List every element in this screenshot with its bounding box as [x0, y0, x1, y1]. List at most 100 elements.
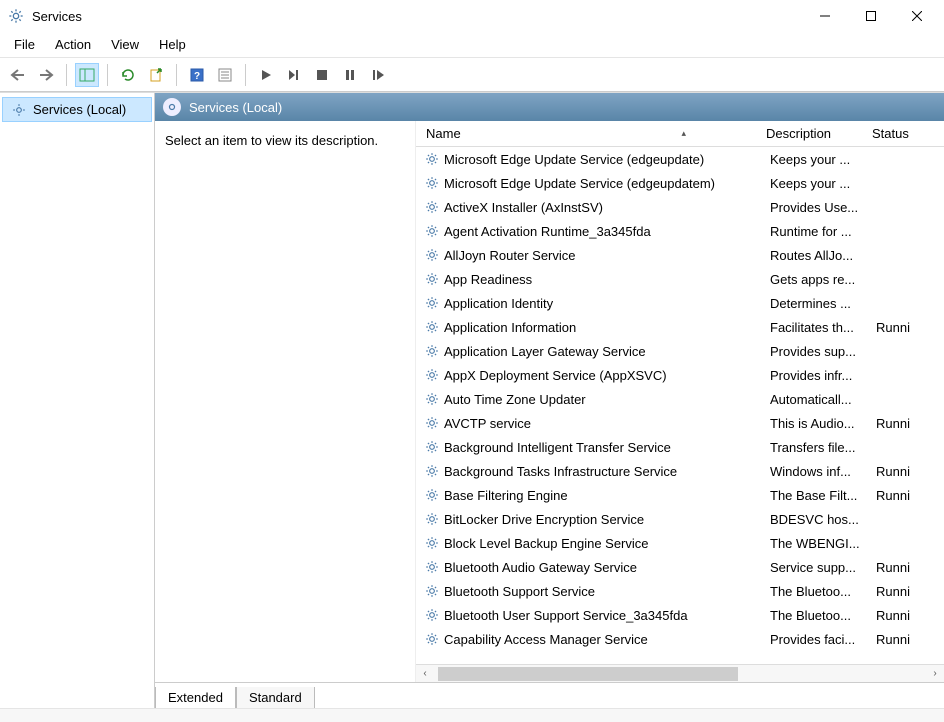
- tree-pane: Services (Local): [0, 93, 155, 708]
- service-name: Application Identity: [444, 296, 770, 311]
- service-row[interactable]: Microsoft Edge Update Service (edgeupdat…: [416, 147, 944, 171]
- right-pane: Services (Local) Select an item to view …: [155, 93, 944, 708]
- back-button[interactable]: [6, 63, 30, 87]
- service-row[interactable]: Capability Access Manager ServiceProvide…: [416, 627, 944, 651]
- gear-icon: [424, 248, 440, 262]
- service-name: AllJoyn Router Service: [444, 248, 770, 263]
- service-row[interactable]: ActiveX Installer (AxInstSV)Provides Use…: [416, 195, 944, 219]
- service-status: Runni: [876, 488, 926, 503]
- service-row[interactable]: AppX Deployment Service (AppXSVC)Provide…: [416, 363, 944, 387]
- refresh-button[interactable]: [116, 63, 140, 87]
- service-row[interactable]: AllJoyn Router ServiceRoutes AllJo...: [416, 243, 944, 267]
- service-name: AppX Deployment Service (AppXSVC): [444, 368, 770, 383]
- horizontal-scrollbar[interactable]: ‹ ›: [416, 664, 944, 682]
- scroll-thumb[interactable]: [438, 667, 738, 681]
- service-description: Provides sup...: [770, 344, 876, 359]
- close-button[interactable]: [894, 0, 940, 32]
- service-name: Background Tasks Infrastructure Service: [444, 464, 770, 479]
- service-status: Runni: [876, 416, 926, 431]
- maximize-button[interactable]: [848, 0, 894, 32]
- tree-item-services-local[interactable]: Services (Local): [2, 97, 152, 122]
- service-description: Transfers file...: [770, 440, 876, 455]
- gear-icon: [424, 488, 440, 502]
- stop-service-button[interactable]: [310, 63, 334, 87]
- scroll-right-icon[interactable]: ›: [926, 668, 944, 679]
- service-row[interactable]: Microsoft Edge Update Service (edgeupdat…: [416, 171, 944, 195]
- service-row[interactable]: Application Layer Gateway ServiceProvide…: [416, 339, 944, 363]
- service-name: Microsoft Edge Update Service (edgeupdat…: [444, 152, 770, 167]
- gear-icon: [424, 416, 440, 430]
- gear-icon: [424, 152, 440, 166]
- step-service-button[interactable]: [282, 63, 306, 87]
- menu-help[interactable]: Help: [149, 35, 196, 54]
- gear-icon: [11, 103, 27, 117]
- service-description: Provides Use...: [770, 200, 876, 215]
- service-name: Agent Activation Runtime_3a345fda: [444, 224, 770, 239]
- service-description: Facilitates th...: [770, 320, 876, 335]
- pause-service-button[interactable]: [338, 63, 362, 87]
- gear-icon: [424, 608, 440, 622]
- service-name: Bluetooth Support Service: [444, 584, 770, 599]
- restart-service-button[interactable]: [366, 63, 390, 87]
- service-description: BDESVC hos...: [770, 512, 876, 527]
- tab-standard[interactable]: Standard: [236, 687, 315, 708]
- menubar: File Action View Help: [0, 32, 944, 58]
- svg-text:?: ?: [194, 71, 200, 82]
- panel-header: Services (Local): [155, 93, 944, 121]
- menu-action[interactable]: Action: [45, 35, 101, 54]
- service-status: Runni: [876, 584, 926, 599]
- tab-extended[interactable]: Extended: [155, 687, 236, 708]
- service-row[interactable]: Agent Activation Runtime_3a345fdaRuntime…: [416, 219, 944, 243]
- export-list-button[interactable]: [144, 63, 168, 87]
- list-rows[interactable]: Microsoft Edge Update Service (edgeupdat…: [416, 147, 944, 664]
- gear-icon: [424, 440, 440, 454]
- service-row[interactable]: Application InformationFacilitates th...…: [416, 315, 944, 339]
- service-row[interactable]: Base Filtering EngineThe Base Filt...Run…: [416, 483, 944, 507]
- service-row[interactable]: BitLocker Drive Encryption ServiceBDESVC…: [416, 507, 944, 531]
- help-button[interactable]: ?: [185, 63, 209, 87]
- gear-icon: [424, 464, 440, 478]
- gear-icon: [424, 320, 440, 334]
- service-description: The Bluetoo...: [770, 584, 876, 599]
- service-name: Application Information: [444, 320, 770, 335]
- column-header-name[interactable]: Name ▴: [416, 126, 766, 141]
- service-name: Block Level Backup Engine Service: [444, 536, 770, 551]
- service-row[interactable]: Application IdentityDetermines ...: [416, 291, 944, 315]
- service-description: This is Audio...: [770, 416, 876, 431]
- description-panel: Select an item to view its description.: [155, 121, 415, 682]
- service-name: Capability Access Manager Service: [444, 632, 770, 647]
- service-row[interactable]: Bluetooth Audio Gateway ServiceService s…: [416, 555, 944, 579]
- column-header-description[interactable]: Description: [766, 126, 872, 141]
- properties-button[interactable]: [213, 63, 237, 87]
- service-name: ActiveX Installer (AxInstSV): [444, 200, 770, 215]
- service-description: Service supp...: [770, 560, 876, 575]
- start-service-button[interactable]: [254, 63, 278, 87]
- service-row[interactable]: Bluetooth Support ServiceThe Bluetoo...R…: [416, 579, 944, 603]
- service-row[interactable]: Auto Time Zone UpdaterAutomaticall...: [416, 387, 944, 411]
- service-description: Automaticall...: [770, 392, 876, 407]
- service-row[interactable]: Background Intelligent Transfer ServiceT…: [416, 435, 944, 459]
- service-row[interactable]: AVCTP serviceThis is Audio...Runni: [416, 411, 944, 435]
- gear-icon: [424, 392, 440, 406]
- gear-icon: [424, 224, 440, 238]
- forward-button[interactable]: [34, 63, 58, 87]
- description-hint: Select an item to view its description.: [165, 133, 378, 148]
- service-row[interactable]: Background Tasks Infrastructure ServiceW…: [416, 459, 944, 483]
- service-row[interactable]: App ReadinessGets apps re...: [416, 267, 944, 291]
- scroll-left-icon[interactable]: ‹: [416, 668, 434, 679]
- gear-icon: [424, 632, 440, 646]
- gear-icon: [424, 512, 440, 526]
- service-name: Base Filtering Engine: [444, 488, 770, 503]
- gear-icon: [424, 536, 440, 550]
- list-header: Name ▴ Description Status: [416, 121, 944, 147]
- show-hide-tree-button[interactable]: [75, 63, 99, 87]
- service-name: Application Layer Gateway Service: [444, 344, 770, 359]
- menu-file[interactable]: File: [4, 35, 45, 54]
- service-row[interactable]: Block Level Backup Engine ServiceThe WBE…: [416, 531, 944, 555]
- service-description: Keeps your ...: [770, 176, 876, 191]
- service-description: The WBENGI...: [770, 536, 876, 551]
- service-row[interactable]: Bluetooth User Support Service_3a345fdaT…: [416, 603, 944, 627]
- menu-view[interactable]: View: [101, 35, 149, 54]
- minimize-button[interactable]: [802, 0, 848, 32]
- column-header-status[interactable]: Status: [872, 126, 922, 141]
